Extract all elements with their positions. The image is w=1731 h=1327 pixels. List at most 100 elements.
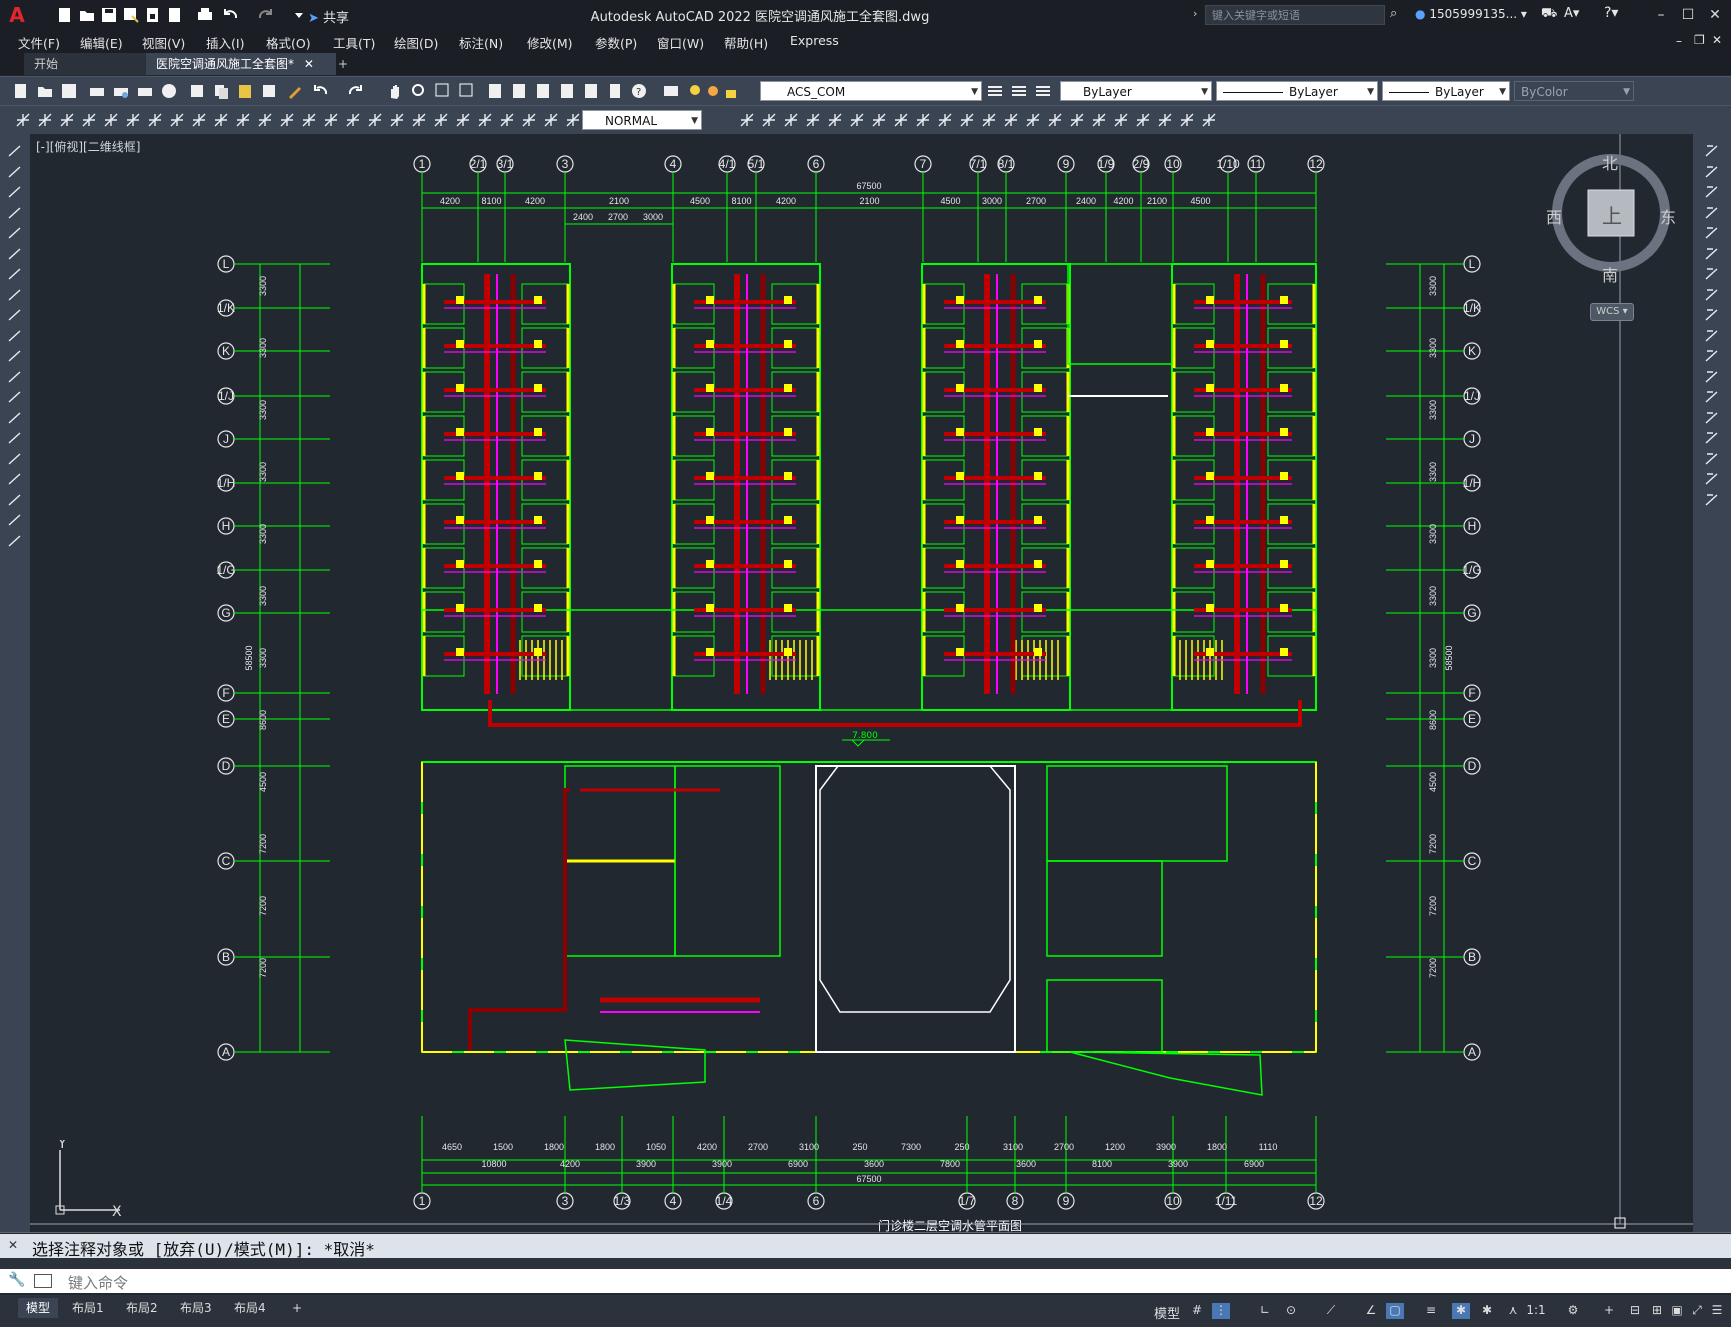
- chevron-right-icon[interactable]: ›: [1193, 7, 1197, 20]
- menu-tools[interactable]: 工具(T): [333, 33, 375, 52]
- fillet-icon[interactable]: [1703, 450, 1721, 468]
- erase-icon[interactable]: [1703, 142, 1721, 160]
- break-icon[interactable]: [958, 111, 976, 129]
- offset-icon[interactable]: [1703, 204, 1721, 222]
- dim-linear-icon[interactable]: [58, 111, 76, 129]
- pan-icon[interactable]: [386, 82, 404, 100]
- revision-cloud-icon[interactable]: [6, 286, 24, 304]
- undo-icon[interactable]: [312, 82, 330, 100]
- dim-arc-icon[interactable]: [102, 111, 120, 129]
- array-icon[interactable]: [804, 111, 822, 129]
- copy-icon[interactable]: [212, 82, 230, 100]
- tolerance-icon[interactable]: [344, 111, 362, 129]
- close-tab-icon[interactable]: ✕: [304, 57, 314, 71]
- clean-screen-icon[interactable]: ⤢: [1688, 1303, 1706, 1319]
- compass-west[interactable]: 西: [1546, 204, 1562, 228]
- zoom-window-icon[interactable]: [434, 82, 452, 100]
- trim-icon[interactable]: [1703, 327, 1721, 345]
- gradient-icon[interactable]: [6, 450, 24, 468]
- break-icon[interactable]: [1703, 388, 1721, 406]
- viewcube-face-top[interactable]: 上: [1602, 200, 1622, 229]
- object-snap-icon[interactable]: ▢: [1386, 1303, 1404, 1319]
- extend-icon[interactable]: [1703, 347, 1721, 365]
- drawing-canvas[interactable]: 1 2/1 3/1 3 4 4/1 5/1 6 7 7/1 8/1 9 1/9 2/9 10 1/10 11 12…: [30, 134, 1693, 1232]
- extend-icon[interactable]: [936, 111, 954, 129]
- inspect-icon[interactable]: [388, 111, 406, 129]
- layout-tab-model[interactable]: 模型: [18, 1298, 59, 1318]
- menu-parametric[interactable]: 参数(P): [595, 33, 637, 52]
- search-input[interactable]: 键入关键字或短语: [1205, 5, 1385, 25]
- doc-restore-button[interactable]: ❐: [1694, 33, 1705, 47]
- polar-tracking-icon[interactable]: ⊙: [1282, 1303, 1300, 1319]
- new-tab-button[interactable]: +: [328, 53, 358, 75]
- array-icon[interactable]: [1703, 224, 1721, 242]
- table-icon[interactable]: [1156, 111, 1174, 129]
- add-selected-icon[interactable]: [6, 532, 24, 550]
- quick-dim-icon[interactable]: [234, 111, 252, 129]
- menu-edit[interactable]: 编辑(E): [80, 33, 123, 52]
- menu-dimension[interactable]: 标注(N): [459, 33, 503, 52]
- redo-icon[interactable]: [346, 82, 364, 100]
- layer-state-icon[interactable]: [1034, 82, 1052, 100]
- plotstyle-dropdown[interactable]: ByColor ▼: [1514, 81, 1634, 101]
- linetype-dropdown[interactable]: ByLayer ▼: [1216, 81, 1378, 101]
- multiline-icon[interactable]: [1200, 111, 1218, 129]
- layer-dropdown[interactable]: ACS_COM ▼: [760, 81, 982, 101]
- mirror-icon[interactable]: [760, 111, 778, 129]
- layer-on-icon[interactable]: [686, 82, 704, 100]
- sheet-set-icon[interactable]: [558, 82, 576, 100]
- join-icon[interactable]: [1703, 409, 1721, 427]
- dim-continue-icon[interactable]: [278, 111, 296, 129]
- polygon-icon[interactable]: [6, 204, 24, 222]
- dim-linear-icon[interactable]: [542, 111, 560, 129]
- layout-tab-3[interactable]: 布局3: [172, 1298, 220, 1318]
- menu-draw[interactable]: 绘图(D): [394, 33, 438, 52]
- auto-scale-icon[interactable]: ⋏: [1504, 1303, 1522, 1319]
- calculator-icon[interactable]: [606, 82, 624, 100]
- menu-modify[interactable]: 修改(M): [527, 33, 573, 52]
- rectangle-icon[interactable]: [6, 224, 24, 242]
- spline-icon[interactable]: [6, 306, 24, 324]
- open-icon[interactable]: [36, 82, 54, 100]
- dim-aligned-icon[interactable]: [564, 111, 582, 129]
- copy-icon[interactable]: [738, 111, 756, 129]
- layer-state-icon[interactable]: [520, 111, 538, 129]
- tab-start[interactable]: 开始: [24, 53, 162, 75]
- region-icon[interactable]: [1134, 111, 1152, 129]
- match-properties-icon[interactable]: [260, 82, 278, 100]
- properties-icon[interactable]: [486, 82, 504, 100]
- rotate-icon[interactable]: [1703, 265, 1721, 283]
- move-icon[interactable]: [1703, 245, 1721, 263]
- new-icon[interactable]: [12, 82, 30, 100]
- menu-express[interactable]: Express: [790, 33, 839, 48]
- layer-previous-icon[interactable]: [498, 111, 516, 129]
- customize-command-icon[interactable]: 🔧: [8, 1272, 25, 1288]
- annotation-monitor-icon[interactable]: ✱: [1452, 1303, 1470, 1319]
- make-current-layer-icon[interactable]: [986, 82, 1004, 100]
- line-icon[interactable]: [6, 142, 24, 160]
- layer-thaw-icon[interactable]: [704, 82, 722, 100]
- menu-format[interactable]: 格式(O): [266, 33, 311, 52]
- quick-properties-icon[interactable]: ⊞: [1648, 1303, 1666, 1319]
- annotation-scale[interactable]: 1:1: [1522, 1303, 1550, 1319]
- command-input[interactable]: 🔧 键入命令: [0, 1269, 1731, 1293]
- recent-commands-icon[interactable]: [34, 1274, 52, 1288]
- ellipse-icon[interactable]: [6, 327, 24, 345]
- user-account[interactable]: ● 1505999135... ▾: [1415, 7, 1527, 21]
- dim-diameter-icon[interactable]: [190, 111, 208, 129]
- publish-icon[interactable]: [136, 82, 154, 100]
- zoom-realtime-icon[interactable]: [410, 82, 428, 100]
- layout-tab-1[interactable]: 布局1: [64, 1298, 112, 1318]
- 3d-print-icon[interactable]: [160, 82, 178, 100]
- layer-state-icon[interactable]: [36, 111, 54, 129]
- dim-edit-icon[interactable]: [432, 111, 450, 129]
- plot-preview-icon[interactable]: [112, 82, 130, 100]
- cut-icon[interactable]: [188, 82, 206, 100]
- arc-icon[interactable]: [6, 183, 24, 201]
- stretch-icon[interactable]: [892, 111, 910, 129]
- polyline-icon[interactable]: [6, 163, 24, 181]
- close-button[interactable]: ✕: [1702, 4, 1728, 26]
- compass-east[interactable]: 东: [1660, 204, 1676, 228]
- stretch-icon[interactable]: [1703, 306, 1721, 324]
- workspace-gear-icon[interactable]: ⚙: [1564, 1303, 1582, 1319]
